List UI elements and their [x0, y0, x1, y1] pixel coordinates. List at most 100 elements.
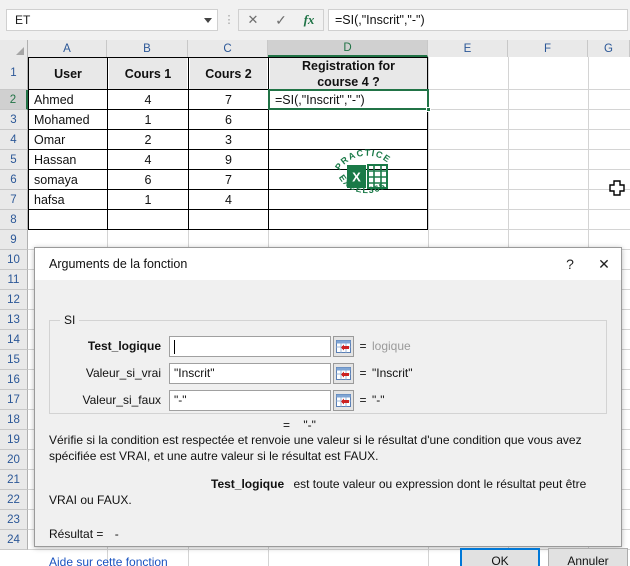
formula-bar-buttons: ✕ ✓ fx [238, 9, 324, 31]
row-header-7[interactable]: 7 [0, 190, 28, 210]
formula-bar-grip: ⋮ [223, 14, 235, 26]
function-name-label: SI [60, 313, 80, 327]
fx-icon[interactable]: fx [295, 10, 323, 30]
row-header-4[interactable]: 4 [0, 130, 28, 150]
cell-B2[interactable]: 4 [109, 90, 187, 109]
range-select-icon[interactable] [333, 362, 354, 384]
cell-A6[interactable]: somaya [30, 170, 106, 189]
row-header-20[interactable]: 20 [0, 450, 28, 470]
close-icon[interactable]: ✕ [239, 10, 267, 30]
arg-input-valeur-si-faux[interactable]: "-" [169, 389, 331, 411]
cell-D4[interactable] [271, 130, 426, 149]
result-value: - [114, 527, 119, 541]
row-header-6[interactable]: 6 [0, 170, 28, 190]
row-header-2[interactable]: 2 [0, 90, 28, 110]
row-header-18[interactable]: 18 [0, 410, 28, 430]
row-header-13[interactable]: 13 [0, 310, 28, 330]
column-header-c[interactable]: C [188, 40, 268, 57]
arg-equals-sign: = [359, 393, 367, 407]
column-header-f[interactable]: F [508, 40, 588, 57]
column-header-d[interactable]: D [268, 40, 428, 57]
range-select-icon[interactable] [333, 389, 354, 411]
help-link[interactable]: Aide sur cette fonction [49, 555, 168, 566]
result-label: Résultat = [49, 527, 104, 541]
range-select-icon[interactable] [333, 335, 354, 357]
row-header-24[interactable]: 24 [0, 530, 28, 550]
cell-D5[interactable] [271, 150, 426, 169]
row-header-8[interactable]: 8 [0, 210, 28, 230]
cell-D2[interactable]: =SI(,"Inscrit","-") [271, 90, 426, 109]
cell-C6[interactable]: 7 [190, 170, 267, 189]
cell-B5[interactable]: 4 [109, 150, 187, 169]
check-icon[interactable]: ✓ [267, 10, 295, 30]
select-all-corner[interactable] [0, 40, 28, 57]
row-header-14[interactable]: 14 [0, 330, 28, 350]
name-box[interactable]: ET [6, 9, 218, 31]
row-header-19[interactable]: 19 [0, 430, 28, 450]
cell-A3[interactable]: Mohamed [30, 110, 106, 129]
arg-input-test-logique[interactable] [169, 335, 331, 357]
row-header-1[interactable]: 1 [0, 57, 28, 90]
function-description: Vérifie si la condition est respectée et… [49, 433, 582, 463]
cell-D1[interactable]: Registration for course 4 ? [270, 58, 427, 89]
dialog-title: Arguments de la fonction [49, 257, 188, 271]
cancel-button[interactable]: Annuler [548, 548, 628, 566]
arg-result-valeur-si-faux: "-" [372, 393, 385, 407]
cell-D6[interactable] [271, 170, 426, 189]
cell-A7[interactable]: hafsa [30, 190, 106, 209]
row-header-5[interactable]: 5 [0, 150, 28, 170]
fill-handle[interactable] [426, 107, 431, 112]
column-header-row: A B C D E F G [0, 40, 630, 57]
cell-C1[interactable]: Cours 2 [190, 58, 267, 89]
row-header-11[interactable]: 11 [0, 270, 28, 290]
row-header-17[interactable]: 17 [0, 390, 28, 410]
row-header-23[interactable]: 23 [0, 510, 28, 530]
arg-value-valeur-si-vrai: "Inscrit" [174, 366, 215, 380]
chevron-down-icon[interactable] [199, 10, 217, 30]
row-header-9[interactable]: 9 [0, 230, 28, 250]
cell-C7[interactable]: 4 [190, 190, 267, 209]
column-header-a[interactable]: A [28, 40, 107, 57]
ok-button[interactable]: OK [460, 548, 540, 566]
row-header-22[interactable]: 22 [0, 490, 28, 510]
cell-B1[interactable]: Cours 1 [109, 58, 187, 89]
cell-B4[interactable]: 2 [109, 130, 187, 149]
arg-result-valeur-si-vrai: "Inscrit" [372, 366, 413, 380]
row-header-3[interactable]: 3 [0, 110, 28, 130]
cell-A5[interactable]: Hassan [30, 150, 106, 169]
column-header-b[interactable]: B [107, 40, 188, 57]
cell-D7[interactable] [271, 190, 426, 209]
arg-result-test-logique: logique [372, 339, 411, 353]
table-inner-line [107, 57, 108, 230]
row-header-12[interactable]: 12 [0, 290, 28, 310]
arg-input-valeur-si-vrai[interactable]: "Inscrit" [169, 362, 331, 384]
question-mark-icon[interactable]: ? [553, 249, 587, 279]
cell-C3[interactable]: 6 [190, 110, 267, 129]
arg-equals-sign: = [359, 366, 367, 380]
row-header-21[interactable]: 21 [0, 470, 28, 490]
table-inner-line [188, 57, 189, 230]
formula-input[interactable]: =SI(,"Inscrit","-") [328, 9, 628, 31]
cell-C4[interactable]: 3 [190, 130, 267, 149]
overall-result-value: "-" [303, 418, 316, 432]
row-header-15[interactable]: 15 [0, 350, 28, 370]
cell-C5[interactable]: 9 [190, 150, 267, 169]
column-header-g[interactable]: G [588, 40, 630, 57]
arg-equals-sign: = [359, 339, 367, 353]
column-header-e[interactable]: E [428, 40, 508, 57]
cell-B7[interactable]: 1 [109, 190, 187, 209]
table-inner-line [28, 209, 428, 210]
row-header-10[interactable]: 10 [0, 250, 28, 270]
argument-description-text: est toute valeur ou expression dont le r… [49, 477, 587, 507]
close-icon[interactable]: ✕ [587, 249, 621, 279]
cell-A2[interactable]: Ahmed [30, 90, 106, 109]
cell-B6[interactable]: 6 [109, 170, 187, 189]
overall-equals-sign: = [283, 418, 291, 432]
cell-A1[interactable]: User [29, 58, 107, 89]
cell-A4[interactable]: Omar [30, 130, 106, 149]
cell-C2[interactable]: 7 [190, 90, 267, 109]
cell-D3[interactable] [271, 110, 426, 129]
row-header-16[interactable]: 16 [0, 370, 28, 390]
cell-B3[interactable]: 1 [109, 110, 187, 129]
row-header-column: 1 2 3 4 5 6 7 8 9 10 11 12 13 14 15 16 1… [0, 57, 28, 550]
